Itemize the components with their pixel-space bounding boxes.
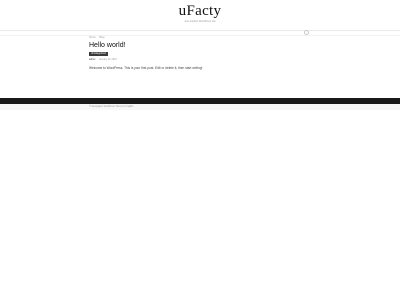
search-icon[interactable] <box>304 30 309 35</box>
footer-bottom-bar <box>0 104 400 110</box>
breadcrumb: Home Blog <box>89 36 107 39</box>
site-header: uFacty Just another WordPress site <box>0 0 400 30</box>
site-title[interactable]: uFacty <box>0 3 400 20</box>
post-author[interactable]: admin <box>89 59 95 61</box>
footer-copyright: © Newspaper WordPress Theme by TagDiv <box>89 106 134 108</box>
post-title[interactable]: Hello world! <box>89 41 126 50</box>
post-meta: admin January 10, 2024 <box>89 59 117 62</box>
category-badge[interactable]: Uncategorized <box>89 52 108 56</box>
breadcrumb-item-home[interactable]: Home <box>89 36 96 39</box>
site-tagline: Just another WordPress site <box>184 20 216 23</box>
breadcrumb-item-blog[interactable]: Blog <box>99 36 104 39</box>
post-excerpt: Welcome to WordPress. This is your first… <box>89 66 203 70</box>
main-nav-bar <box>0 30 400 36</box>
post-date: January 10, 2024 <box>98 59 117 61</box>
